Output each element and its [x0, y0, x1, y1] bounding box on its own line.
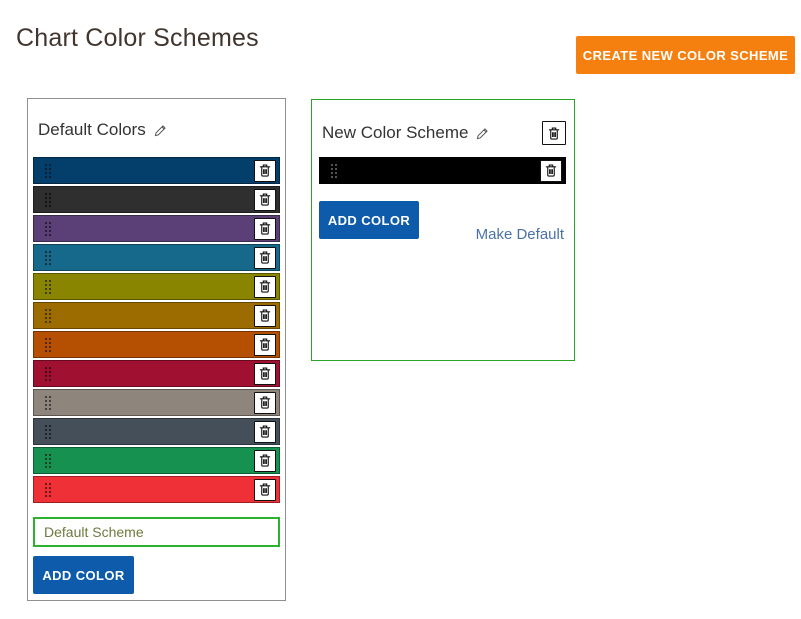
color-bar[interactable] — [33, 418, 280, 445]
trash-icon — [259, 425, 271, 438]
delete-color-button[interactable] — [254, 421, 276, 443]
color-bar[interactable] — [33, 273, 280, 300]
trash-icon — [259, 222, 271, 235]
trash-icon — [259, 280, 271, 293]
drag-handle-icon[interactable] — [44, 192, 52, 208]
new-scheme-title: New Color Scheme — [322, 123, 468, 143]
trash-icon — [259, 164, 271, 177]
trash-icon — [259, 396, 271, 409]
color-bar[interactable] — [33, 157, 280, 184]
scheme-name-input[interactable] — [33, 517, 280, 547]
delete-color-button[interactable] — [254, 479, 276, 501]
edit-scheme-name-icon[interactable] — [476, 127, 489, 140]
color-bar[interactable] — [33, 389, 280, 416]
chart-color-schemes-page: Chart Color Schemes CREATE NEW COLOR SCH… — [0, 0, 801, 619]
drag-handle-icon[interactable] — [44, 163, 52, 179]
delete-color-button[interactable] — [254, 450, 276, 472]
default-color-list — [28, 140, 285, 503]
drag-handle-icon[interactable] — [44, 250, 52, 266]
delete-color-button[interactable] — [254, 363, 276, 385]
page-title: Chart Color Schemes — [16, 24, 259, 53]
trash-icon — [259, 454, 271, 467]
color-bar[interactable] — [33, 447, 280, 474]
drag-handle-icon[interactable] — [44, 308, 52, 324]
delete-color-button[interactable] — [254, 392, 276, 414]
trash-icon — [259, 483, 271, 496]
pencil-icon — [476, 127, 489, 140]
add-color-button[interactable]: ADD COLOR — [33, 556, 134, 594]
color-bar[interactable] — [319, 157, 566, 184]
color-bar[interactable] — [33, 215, 280, 242]
drag-handle-icon[interactable] — [330, 163, 338, 179]
delete-color-button[interactable] — [540, 160, 562, 182]
add-color-button[interactable]: ADD COLOR — [319, 201, 419, 239]
create-new-color-scheme-button[interactable]: CREATE NEW COLOR SCHEME — [576, 36, 795, 74]
delete-color-button[interactable] — [254, 276, 276, 298]
delete-scheme-button[interactable] — [542, 121, 566, 145]
drag-handle-icon[interactable] — [44, 395, 52, 411]
pencil-icon — [154, 124, 167, 137]
trash-icon — [259, 309, 271, 322]
delete-color-button[interactable] — [254, 218, 276, 240]
trash-icon — [548, 127, 560, 140]
new-scheme-actions: ADD COLOR Make Default — [312, 201, 574, 239]
color-bar[interactable] — [33, 476, 280, 503]
new-color-list — [312, 145, 574, 184]
drag-handle-icon[interactable] — [44, 366, 52, 382]
default-scheme-header: Default Colors — [28, 99, 285, 140]
edit-scheme-name-icon[interactable] — [154, 124, 167, 137]
delete-color-button[interactable] — [254, 305, 276, 327]
color-bar[interactable] — [33, 331, 280, 358]
trash-icon — [545, 164, 557, 177]
trash-icon — [259, 251, 271, 264]
default-scheme-panel: Default Colors — [27, 98, 286, 601]
trash-icon — [259, 193, 271, 206]
trash-icon — [259, 367, 271, 380]
make-default-link[interactable]: Make Default — [476, 226, 564, 243]
delete-color-button[interactable] — [254, 334, 276, 356]
drag-handle-icon[interactable] — [44, 337, 52, 353]
drag-handle-icon[interactable] — [44, 221, 52, 237]
delete-color-button[interactable] — [254, 189, 276, 211]
color-bar[interactable] — [33, 186, 280, 213]
trash-icon — [259, 338, 271, 351]
default-scheme-title: Default Colors — [38, 120, 146, 140]
drag-handle-icon[interactable] — [44, 453, 52, 469]
new-scheme-header: New Color Scheme — [312, 100, 574, 145]
color-bar[interactable] — [33, 244, 280, 271]
delete-color-button[interactable] — [254, 160, 276, 182]
drag-handle-icon[interactable] — [44, 279, 52, 295]
drag-handle-icon[interactable] — [44, 424, 52, 440]
drag-handle-icon[interactable] — [44, 482, 52, 498]
delete-color-button[interactable] — [254, 247, 276, 269]
new-scheme-panel: New Color Scheme ADD — [311, 99, 575, 361]
color-bar[interactable] — [33, 360, 280, 387]
color-bar[interactable] — [33, 302, 280, 329]
